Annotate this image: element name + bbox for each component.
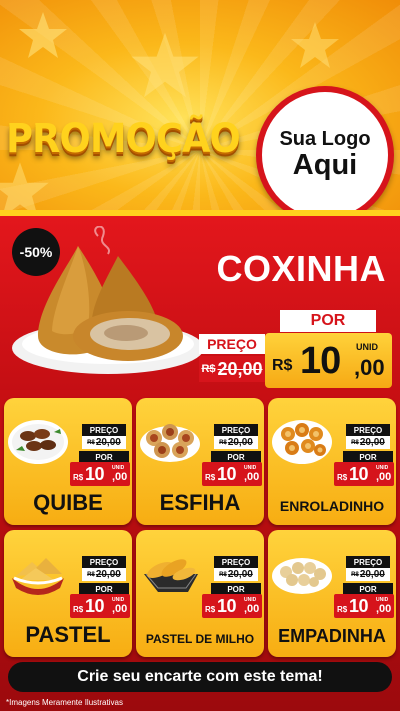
promo-title: PROMOÇÃO [6,116,241,162]
old-price-value: 20,00 [359,569,385,580]
old-price-value: 20,00 [359,437,385,448]
esfiha-image [140,424,200,462]
old-price-value: 20,00 [227,437,253,448]
product-name: ESFIHA [159,490,241,515]
por-label: POR [280,310,376,332]
logo-text-line2: Aqui [292,149,358,181]
logo-text-line1: Sua Logo [279,128,371,150]
product-card-empadinha[interactable]: PREÇO R$ 20,00 POR R$ 10 UNID ,00 EMPADI… [268,530,396,657]
enroladinho-image [272,420,332,464]
new-price: R$ 10 UNID ,00 [202,462,262,486]
new-price: R$ 10 UNID ,00 [265,333,392,388]
old-price: R$ 20,00 [199,356,265,382]
new-price: R$ 10 UNID ,00 [202,594,262,618]
old-price: R$ 20,00 [82,436,126,449]
new-price-currency: R$ [337,605,348,614]
new-price: R$ 10 UNID ,00 [70,594,130,618]
product-card-pastel-de-milho[interactable]: PREÇO R$ 20,00 POR R$ 10 UNID ,00 PASTEL… [136,530,264,657]
old-price: R$ 20,00 [82,568,126,581]
old-price-currency: R$ [351,571,359,578]
product-name: EMPADINHA [278,626,386,646]
new-price-currency: R$ [272,357,293,374]
quibe-image [8,420,68,464]
featured-product-name: COXINHA [216,248,386,289]
create-flyer-button[interactable]: Crie seu encarte com este tema! [8,662,392,692]
new-price-integer: 10 [85,596,105,616]
new-price-decimal: ,00 [244,603,260,615]
old-price: R$ 20,00 [214,568,258,581]
product-name: QUIBE [33,490,103,515]
disclaimer-text: *Imagens Meramente Ilustrativas [6,698,123,707]
product-name: PASTEL [25,622,111,647]
old-price: R$ 20,00 [346,436,390,449]
empadinha-image [272,558,332,594]
old-price-currency: R$ [219,571,227,578]
product-card-esfiha[interactable]: PREÇO R$ 20,00 POR R$ 10 UNID ,00 ESFIHA [136,398,264,525]
old-price-currency: R$ [87,439,95,446]
price-label: PREÇO [199,334,265,354]
new-price-currency: R$ [337,473,348,482]
pastel-de-milho-image [144,559,198,592]
new-price-integer: 10 [300,340,341,382]
new-price-integer: 10 [85,464,105,484]
old-price-currency: R$ [87,571,95,578]
product-card-enroladinho[interactable]: PREÇO R$ 20,00 POR R$ 10 UNID ,00 ENROLA… [268,398,396,525]
star-icon [291,22,339,68]
old-price-value: 20,00 [217,358,263,379]
new-price-integer: 10 [217,596,237,616]
pastel-image [12,558,64,595]
star-icon [131,32,199,98]
new-price-currency: R$ [205,473,216,482]
old-price-value: 20,00 [227,569,253,580]
discount-badge: -50% [12,228,60,276]
new-price: R$ 10 UNID ,00 [70,462,130,486]
old-price: R$ 20,00 [214,436,258,449]
new-price-decimal: ,00 [112,603,128,615]
old-price-currency: R$ [201,363,216,375]
old-price-value: 20,00 [95,437,121,448]
new-price-currency: R$ [73,605,84,614]
new-price-decimal: ,00 [354,355,385,380]
product-name: PASTEL DE MILHO [145,632,255,646]
unit-label: UNID [356,342,378,352]
new-price-integer: 10 [217,464,237,484]
new-price: R$ 10 UNID ,00 [334,462,394,486]
new-price-integer: 10 [349,464,369,484]
old-price-value: 20,00 [95,569,121,580]
new-price-decimal: ,00 [376,603,392,615]
product-card-pastel[interactable]: PREÇO R$ 20,00 POR R$ 10 UNID ,00 PASTEL [4,530,132,657]
new-price-integer: 10 [349,596,369,616]
old-price-currency: R$ [351,439,359,446]
new-price-decimal: ,00 [376,471,392,483]
new-price-decimal: ,00 [244,471,260,483]
old-price-currency: R$ [219,439,227,446]
product-card-quibe[interactable]: PREÇO R$ 20,00 POR R$ 10 UNID ,00 QUIBE [4,398,132,525]
logo-placeholder[interactable]: Sua Logo Aqui [256,86,394,224]
new-price-currency: R$ [73,473,84,482]
new-price-currency: R$ [205,605,216,614]
old-price: R$ 20,00 [346,568,390,581]
new-price: R$ 10 UNID ,00 [334,594,394,618]
product-name: ENROLADINHO [279,498,385,514]
new-price-decimal: ,00 [112,471,128,483]
star-icon [19,12,67,58]
